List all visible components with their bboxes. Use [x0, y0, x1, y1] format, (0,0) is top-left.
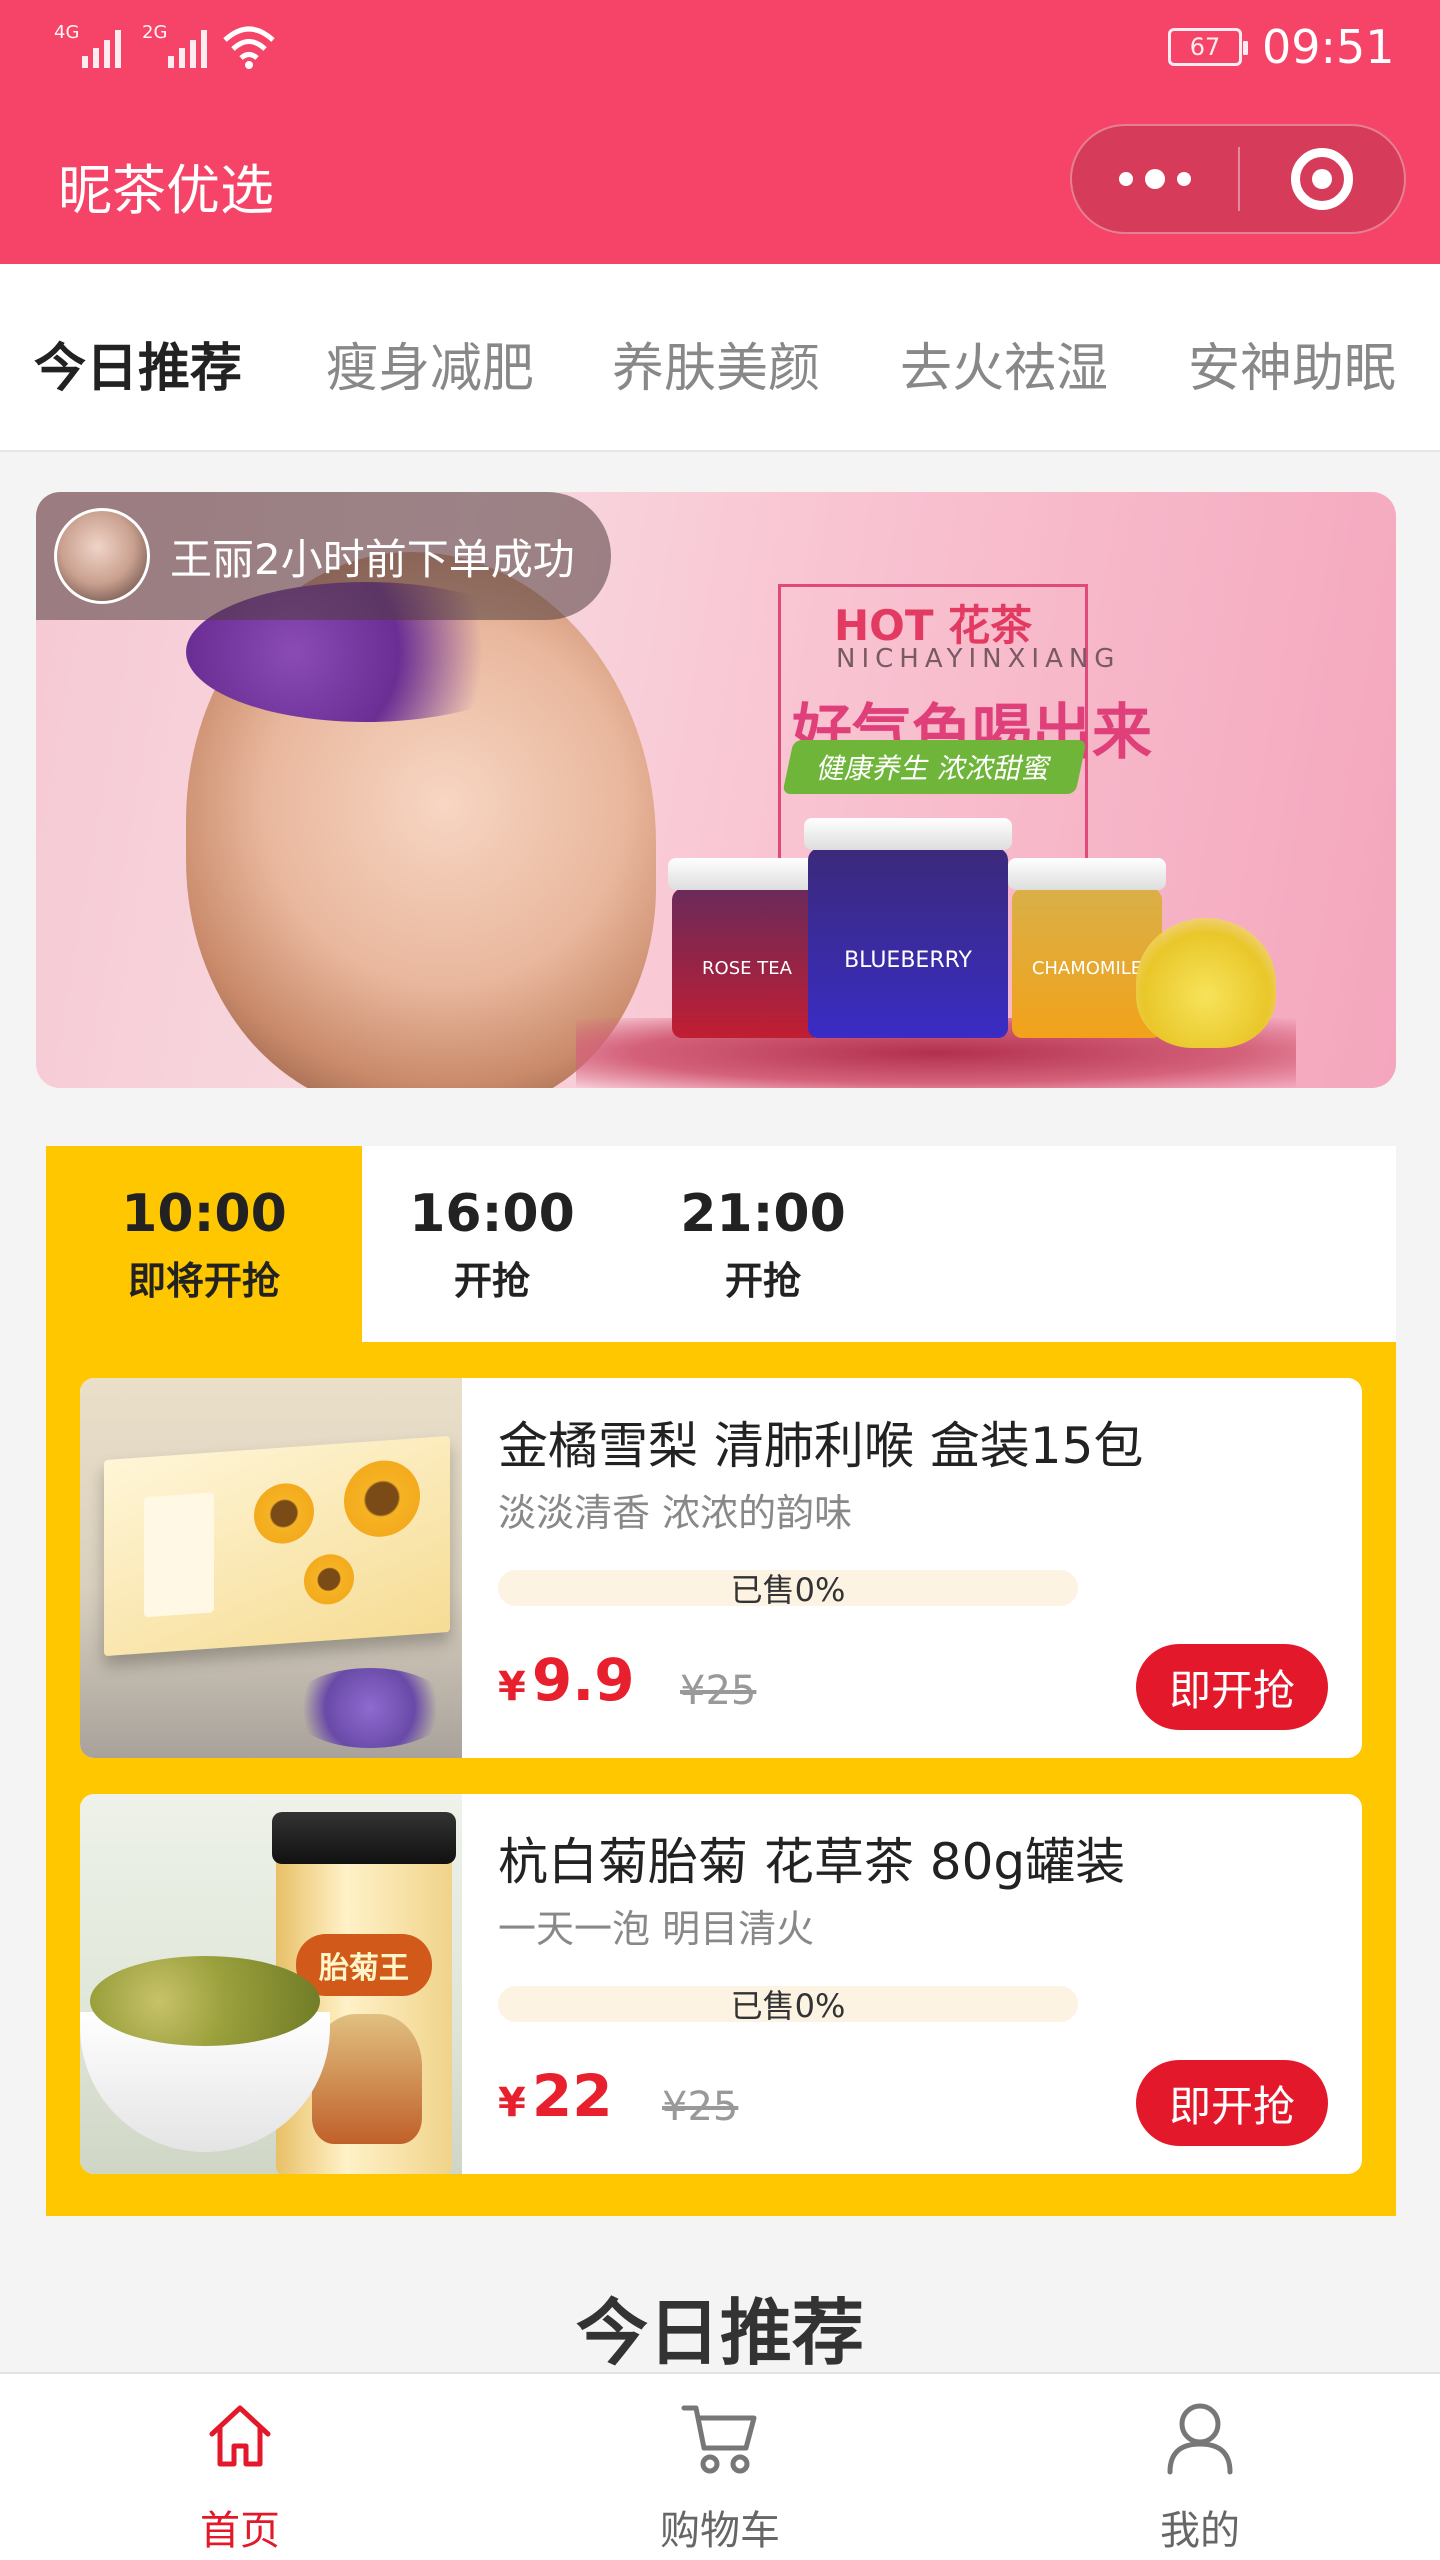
sold-progress-bar: 已售0% [498, 1570, 1078, 1609]
flash-sale-section: 10:00 即将开抢 16:00 开抢 21:00 开抢 金橘雪梨 清肺利喉 盒… [46, 1146, 1396, 2216]
sale-tab-1600[interactable]: 16:00 开抢 [342, 1146, 642, 1342]
status-bar: 4G 2G 67 09:51 [0, 0, 1440, 96]
product-name: 金橘雪梨 清肺利喉 盒装15包 [498, 1417, 1144, 1475]
sold-progress-bar: 已售0% [498, 1986, 1078, 2025]
product-subtitle: 淡淡清香 浓浓的韵味 [498, 1491, 853, 1535]
sale-tab-status: 开抢 [453, 1258, 530, 1303]
app-title: 昵茶优选 [58, 159, 274, 222]
notification-text: 王丽2小时前下单成功 [170, 534, 575, 584]
sale-tab-1000[interactable]: 10:00 即将开抢 [46, 1146, 362, 1342]
tea-box [104, 1435, 450, 1657]
signal-icon-2 [168, 22, 207, 68]
sale-tab-time: 10:00 [121, 1183, 287, 1244]
grab-button[interactable]: 即开抢 [1136, 2060, 1328, 2146]
home-icon [209, 2405, 271, 2467]
promo-banner[interactable]: HOT 花茶 NICHAYINXIANG 好气色喝出来 健康养生 浓浓甜蜜 RO… [36, 492, 1396, 1088]
order-notification: 王丽2小时前下单成功 [36, 492, 611, 620]
tin-label: 胎菊王 [296, 1934, 432, 1996]
flash-sale-tabs: 10:00 即将开抢 16:00 开抢 21:00 开抢 [46, 1146, 1396, 1342]
battery-level: 67 [1189, 33, 1221, 61]
tab-today-recommend[interactable]: 今日推荐 [34, 326, 242, 401]
sale-tab-status: 开抢 [724, 1258, 801, 1303]
jar-blueberry: BLUEBERRY [804, 818, 1012, 1038]
tabbar-cart[interactable]: 购物车 [480, 2374, 960, 2560]
price-value: 9.9 [531, 1646, 635, 1714]
tabbar-home-label: 首页 [200, 2508, 280, 2554]
original-price: ¥25 [680, 1668, 757, 1714]
grab-button[interactable]: 即开抢 [1136, 1644, 1328, 1730]
product-card[interactable]: 金橘雪梨 清肺利喉 盒装15包 淡淡清香 浓浓的韵味 已售0% ¥9.9 ¥25… [80, 1378, 1362, 1758]
banner-tagline: 健康养生 浓浓甜蜜 [782, 740, 1087, 794]
bottom-tab-bar: 首页 购物车 我的 [0, 2372, 1440, 2560]
mini-program-capsule [1070, 124, 1406, 234]
product-image [80, 1378, 462, 1758]
cart-icon [681, 2405, 757, 2474]
sold-label: 已售0% [730, 1571, 846, 1609]
banner-tagline-text: 健康养生 浓浓甜蜜 [814, 752, 1055, 785]
product-image: 胎菊王 [80, 1794, 462, 2174]
target-close-icon[interactable] [1240, 126, 1404, 232]
banner-pinyin: NICHAYINXIANG [836, 644, 1121, 674]
product-subtitle: 一天一泡 明目清火 [498, 1907, 815, 1951]
currency-symbol: ¥ [498, 2080, 526, 2126]
product-name: 杭白菊胎菊 花草茶 80g罐装 [498, 1833, 1126, 1891]
currency-symbol: ¥ [498, 1664, 526, 1710]
tab-skincare[interactable]: 养肤美颜 [612, 326, 820, 401]
sale-tab-time: 21:00 [680, 1183, 846, 1244]
product-card[interactable]: 胎菊王 杭白菊胎菊 花草茶 80g罐装 一天一泡 明目清火 已售0% ¥22 ¥… [80, 1794, 1362, 2174]
tabbar-home[interactable]: 首页 [0, 2374, 480, 2560]
product-price: ¥9.9 [498, 1646, 635, 1714]
banner-teapot [1136, 918, 1276, 1048]
sale-tab-time: 16:00 [409, 1183, 575, 1244]
battery-icon: 67 [1168, 28, 1248, 66]
network-2g-label: 2G [142, 22, 168, 43]
wifi-icon [223, 26, 275, 69]
signal-icon [82, 22, 121, 68]
status-time: 09:51 [1262, 20, 1395, 74]
avatar [54, 508, 150, 604]
tabbar-cart-label: 购物车 [660, 2508, 780, 2554]
tab-slimming[interactable]: 瘦身减肥 [326, 326, 534, 401]
tab-detox[interactable]: 去火祛湿 [900, 326, 1108, 401]
user-icon [1167, 2403, 1233, 2475]
sold-label: 已售0% [730, 1987, 846, 2025]
app-header: 4G 2G 67 09:51 昵茶优选 [0, 0, 1440, 264]
sale-tab-2100[interactable]: 21:00 开抢 [628, 1146, 898, 1342]
tabbar-profile-label: 我的 [1160, 2508, 1240, 2554]
network-4g-label: 4G [54, 22, 80, 43]
jar-rose-label: ROSE TEA [702, 958, 792, 979]
original-price: ¥25 [662, 2084, 739, 2130]
tabbar-profile[interactable]: 我的 [960, 2374, 1440, 2560]
category-tabs: 今日推荐 瘦身减肥 养肤美颜 去火祛湿 安神助眠 [0, 264, 1440, 452]
section-title: 今日推荐 [575, 2291, 864, 2375]
more-dots-icon[interactable] [1072, 126, 1238, 232]
jar-blueberry-label: BLUEBERRY [844, 948, 972, 973]
tab-sleep[interactable]: 安神助眠 [1188, 326, 1396, 401]
price-value: 22 [531, 2062, 613, 2130]
jar-rose: ROSE TEA [668, 858, 826, 1038]
product-price: ¥22 [498, 2062, 613, 2130]
sale-tab-status: 即将开抢 [127, 1258, 280, 1303]
